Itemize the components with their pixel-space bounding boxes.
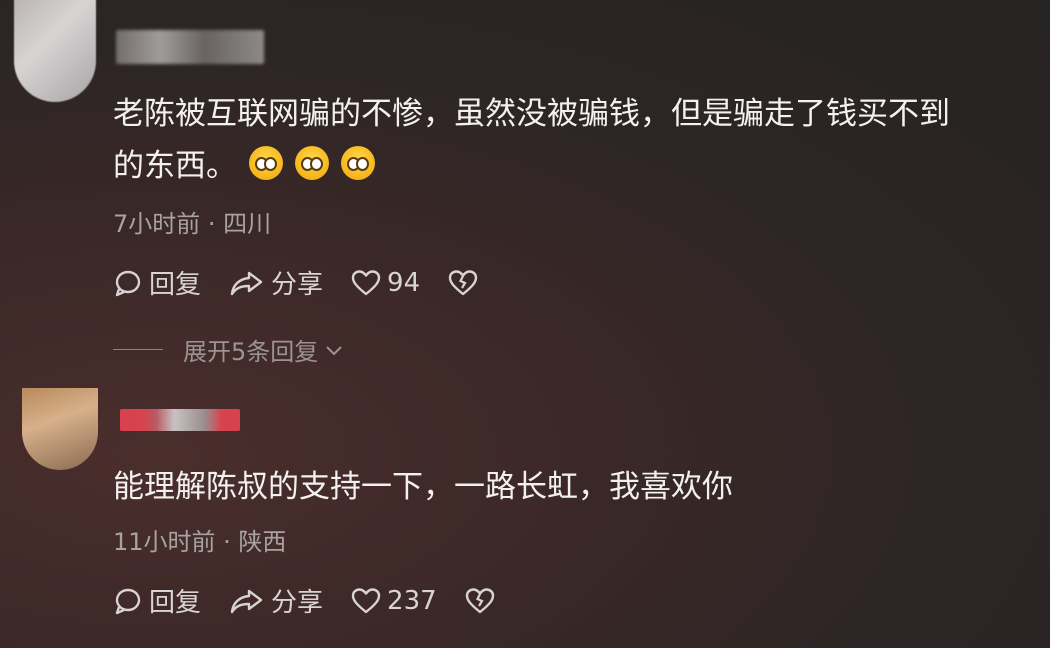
divider <box>113 349 163 350</box>
share-arrow-icon <box>230 271 263 295</box>
comment-actions: 回复 分享 237 <box>113 582 529 619</box>
expand-replies-button[interactable]: 展开5条回复 <box>113 332 344 367</box>
comment-bubble-icon <box>115 588 141 614</box>
expand-label: 展开5条回复 <box>183 338 319 366</box>
heart-icon <box>351 587 381 613</box>
share-label: 分享 <box>271 270 324 300</box>
like-count: 237 <box>387 585 437 616</box>
username-blurred[interactable] <box>120 409 240 431</box>
broken-heart-icon <box>448 269 478 295</box>
comment-text: 老陈被互联网骗的不惨，虽然没被骗钱，但是骗走了钱买不到 的东西。 <box>113 88 1033 192</box>
avatar[interactable] <box>22 388 98 470</box>
share-arrow-icon <box>230 589 263 613</box>
reply-label: 回复 <box>149 270 202 300</box>
like-button[interactable]: 94 <box>351 268 420 298</box>
pleading-face-icon <box>249 146 283 180</box>
pleading-face-icon <box>295 146 329 180</box>
comment-actions: 回复 分享 94 <box>113 264 512 301</box>
dislike-button[interactable] <box>465 587 501 615</box>
comment-bubble-icon <box>115 270 141 296</box>
reply-button[interactable]: 回复 <box>113 582 201 619</box>
username-blurred[interactable] <box>116 30 264 64</box>
like-button[interactable]: 237 <box>351 586 437 616</box>
chevron-down-icon <box>326 345 342 355</box>
comment-text: 能理解陈叔的支持一下，一路长虹，我喜欢你 <box>113 469 733 505</box>
reply-label: 回复 <box>149 588 202 618</box>
heart-icon <box>351 269 381 295</box>
comment-meta: 11小时前 · 陕西 <box>113 528 287 556</box>
broken-heart-icon <box>465 587 494 613</box>
share-button[interactable]: 分享 <box>229 264 323 301</box>
comment-line: 老陈被互联网骗的不惨，虽然没被骗钱，但是骗走了钱买不到 <box>113 96 950 132</box>
dislike-button[interactable] <box>448 269 484 297</box>
share-label: 分享 <box>271 588 324 618</box>
reply-button[interactable]: 回复 <box>113 264 201 301</box>
like-count: 94 <box>387 267 421 298</box>
comment-meta: 7小时前 · 四川 <box>113 210 272 238</box>
pleading-face-icon <box>341 146 375 180</box>
comment-line: 的东西。 <box>113 140 1033 192</box>
share-button[interactable]: 分享 <box>229 582 323 619</box>
avatar[interactable] <box>14 0 96 102</box>
